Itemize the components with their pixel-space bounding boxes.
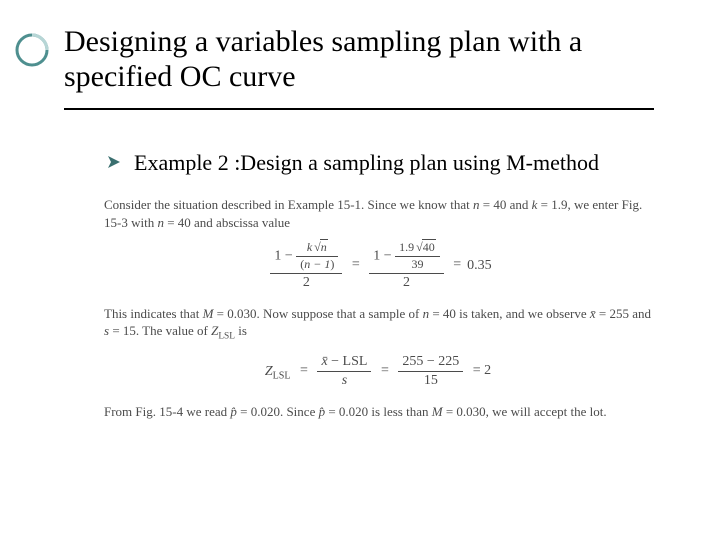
p3-mid2: = 0.020 is less than (325, 404, 432, 419)
title-underline (64, 108, 654, 110)
p2-meq: = 0.030. Now suppose that a sample of (213, 306, 422, 321)
p1-neq: = 40 and (479, 197, 531, 212)
slide: Designing a variables sampling plan with… (0, 0, 720, 540)
eq1-rp: ) (330, 257, 334, 271)
eq1-outer-right: 1 − 1.9 40 39 2 (369, 241, 444, 291)
p1-tail: = 40 and abscissa value (164, 215, 290, 230)
eq1-onem: 1 − (274, 249, 296, 264)
eq1-sqrt40: 40 (422, 239, 436, 254)
p3-pre: From Fig. 15-4 we read (104, 404, 230, 419)
eq2-den2: 15 (398, 372, 463, 389)
bullet-item: Example 2 :Design a sampling plan using … (108, 150, 668, 176)
eq1-den2: 2 (270, 274, 342, 291)
eq2-lsl: LSL (273, 370, 291, 381)
eq1-39: 39 (395, 257, 440, 272)
eq2-num2: 255 − 225 (398, 354, 463, 372)
eq1-outer-left: 1 − kn (n − 1) 2 (270, 241, 342, 291)
p2-pre: This indicates that (104, 306, 203, 321)
eq2-frac2: 255 − 225 15 (398, 354, 463, 389)
paragraph-2: This indicates that M = 0.030. Now suppo… (104, 305, 658, 344)
decorative-ring-icon (14, 32, 50, 68)
eq2-res: = 2 (467, 362, 497, 381)
p2-neq: = 40 is taken, and we observe (429, 306, 590, 321)
p2-lsl: LSL (218, 332, 235, 342)
eq1-n: n (320, 239, 328, 254)
eq2-num1mid: − LSL (328, 354, 368, 369)
p2-xval: = 255 and (596, 306, 651, 321)
paragraph-3: From Fig. 15-4 we read p̂ = 0.020. Since… (104, 403, 658, 421)
equation-1: 1 − kn (n − 1) 2 = 1 − 1.9 40 39 (104, 241, 658, 291)
eq1-nm1: n − 1 (304, 257, 330, 271)
eq2-frac1: x̄ − LSL s (317, 354, 371, 389)
p2-M: M (203, 306, 214, 321)
equation-2: ZLSL = x̄ − LSL s = 255 − 225 15 = 2 x̄ (104, 354, 658, 389)
p2-sval: = 15. The value of (109, 323, 211, 338)
paragraph-1: Consider the situation described in Exam… (104, 196, 658, 231)
eq1-kval: 1.9 (399, 240, 414, 254)
eq1-den2b: 2 (369, 274, 444, 291)
p3-M: M (432, 404, 443, 419)
eq1-eq2: = (447, 256, 467, 275)
bullet-text: Example 2 :Design a sampling plan using … (134, 150, 599, 176)
example-body: Consider the situation described in Exam… (104, 196, 658, 426)
eq2-s: s (342, 373, 347, 388)
eq1-eq1: = (346, 256, 366, 275)
eq1-onem2: 1 − (373, 249, 395, 264)
eq2-eq1: = (294, 362, 314, 381)
p2-end: is (235, 323, 247, 338)
eq2-z: Z (265, 363, 273, 378)
slide-title: Designing a variables sampling plan with… (64, 24, 664, 95)
bullet-arrow-icon (108, 156, 120, 168)
p3-tail: = 0.030, we will accept the lot. (443, 404, 607, 419)
eq1-res: 0.35 (467, 258, 492, 273)
p1-text: Consider the situation described in Exam… (104, 197, 473, 212)
p3-mid: = 0.020. Since (237, 404, 319, 419)
eq2-eq2: = (375, 362, 395, 381)
